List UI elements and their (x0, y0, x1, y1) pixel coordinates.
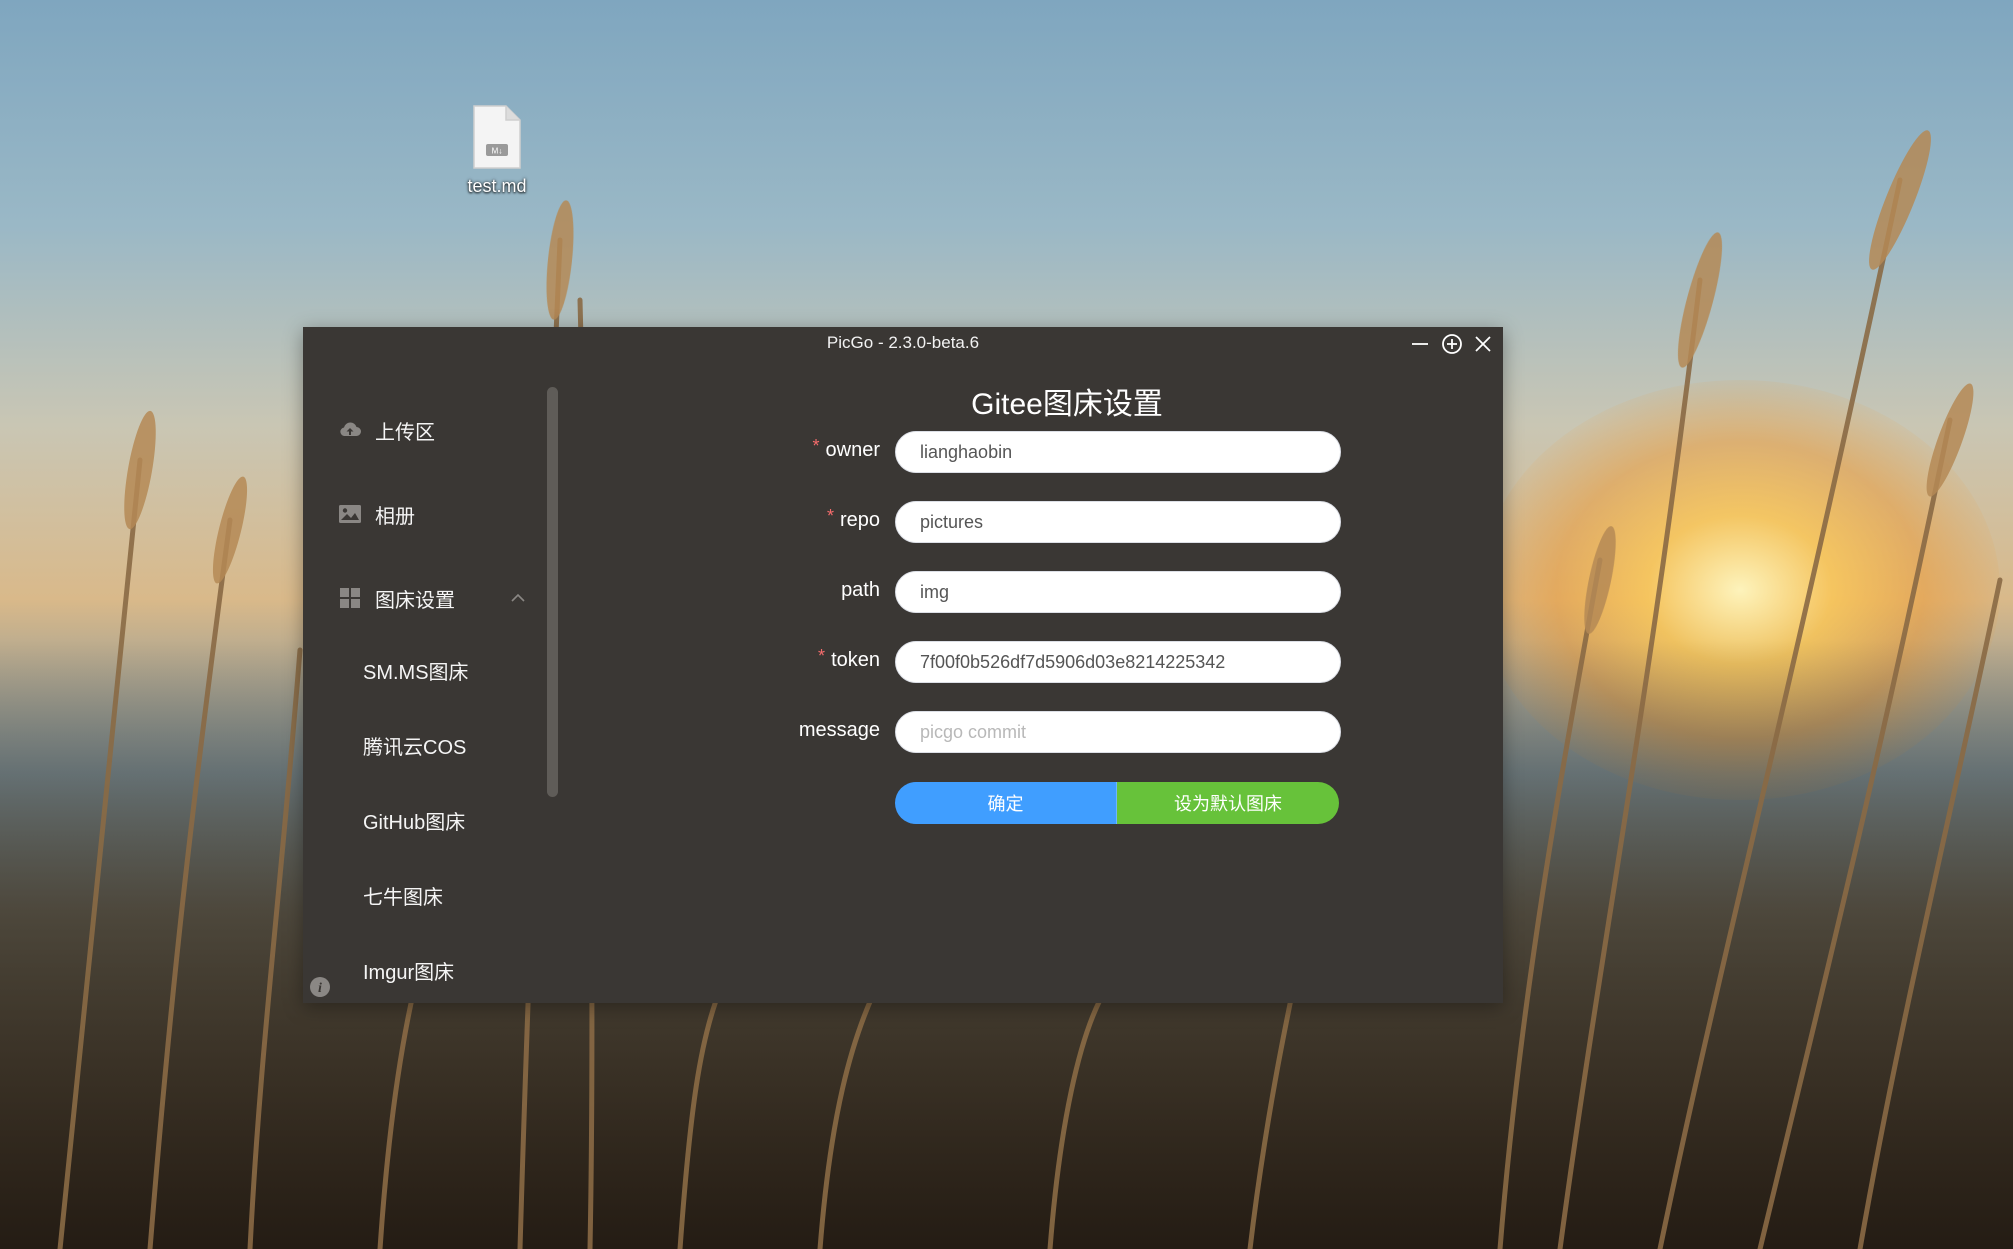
info-icon[interactable]: i (309, 976, 331, 998)
sidebar-subitem-qiniu[interactable]: 七牛图床 (363, 876, 553, 920)
set-default-button[interactable]: 设为默认图床 (1117, 782, 1339, 824)
message-input[interactable] (895, 711, 1341, 753)
minimize-button[interactable] (1407, 331, 1433, 357)
confirm-button[interactable]: 确定 (895, 782, 1117, 824)
token-input[interactable] (895, 641, 1341, 683)
maximize-button[interactable] (1439, 331, 1465, 357)
sidebar-item-label: 相册 (375, 505, 415, 528)
desktop-file[interactable]: M↓ test.md (452, 104, 542, 197)
picgo-window: PicGo - 2.3.0-beta.6 上传区 相册 图床设置 SM.MS图床… (303, 327, 1503, 1003)
sidebar: 上传区 相册 图床设置 SM.MS图床 腾讯云COS GitHub图床 七牛图床… (303, 359, 563, 1003)
sidebar-subitem-smms[interactable]: SM.MS图床 (363, 651, 553, 695)
form-row-message: message (583, 711, 1341, 755)
form-row-token: * token (583, 641, 1341, 685)
sidebar-scrollbar[interactable] (547, 387, 558, 797)
page-title: Gitee图床设置 (971, 388, 1163, 421)
owner-label: * owner (812, 436, 881, 461)
repo-input[interactable] (895, 501, 1341, 543)
form-row-path: path (583, 571, 1341, 615)
picture-icon (337, 501, 363, 527)
path-label: path (841, 579, 880, 601)
desktop-file-label: test.md (467, 176, 527, 196)
form-button-group: 确定 设为默认图床 (895, 782, 1339, 824)
sidebar-item-upload[interactable]: 上传区 (303, 405, 543, 455)
svg-text:i: i (318, 981, 322, 996)
message-label: message (798, 719, 880, 741)
required-asterisk: * (826, 506, 834, 526)
path-input[interactable] (895, 571, 1341, 613)
sidebar-subitem-imgur[interactable]: Imgur图床 (363, 951, 553, 995)
sidebar-item-label: 图床设置 (375, 589, 455, 612)
sidebar-item-picbed-settings[interactable]: 图床设置 (303, 573, 543, 623)
owner-input[interactable] (895, 431, 1341, 473)
maximize-icon (1442, 334, 1462, 354)
grid-icon (337, 585, 363, 611)
sidebar-item-label: 上传区 (375, 421, 435, 444)
desktop-background: M↓ test.md PicGo - 2.3.0-beta.6 上传区 相册 图… (0, 0, 2013, 1249)
required-asterisk: * (812, 436, 820, 456)
markdown-file-icon: M↓ (472, 104, 522, 170)
cloud-upload-icon (337, 417, 363, 443)
svg-text:M↓: M↓ (492, 147, 503, 156)
sidebar-subitem-github[interactable]: GitHub图床 (363, 801, 553, 845)
sidebar-subitem-tencent-cos[interactable]: 腾讯云COS (363, 726, 553, 770)
token-label: * token (818, 646, 880, 671)
window-title: PicGo - 2.3.0-beta.6 (826, 333, 980, 352)
form-row-owner: * owner (583, 431, 1341, 475)
close-icon (1475, 336, 1491, 352)
chevron-up-icon (509, 573, 527, 623)
minimize-icon (1412, 343, 1428, 345)
repo-label: * repo (826, 506, 880, 531)
form-row-repo: * repo (583, 501, 1341, 545)
sidebar-item-gallery[interactable]: 相册 (303, 489, 543, 539)
required-asterisk: * (818, 646, 826, 666)
close-button[interactable] (1470, 331, 1496, 357)
title-bar[interactable]: PicGo - 2.3.0-beta.6 (303, 327, 1503, 359)
